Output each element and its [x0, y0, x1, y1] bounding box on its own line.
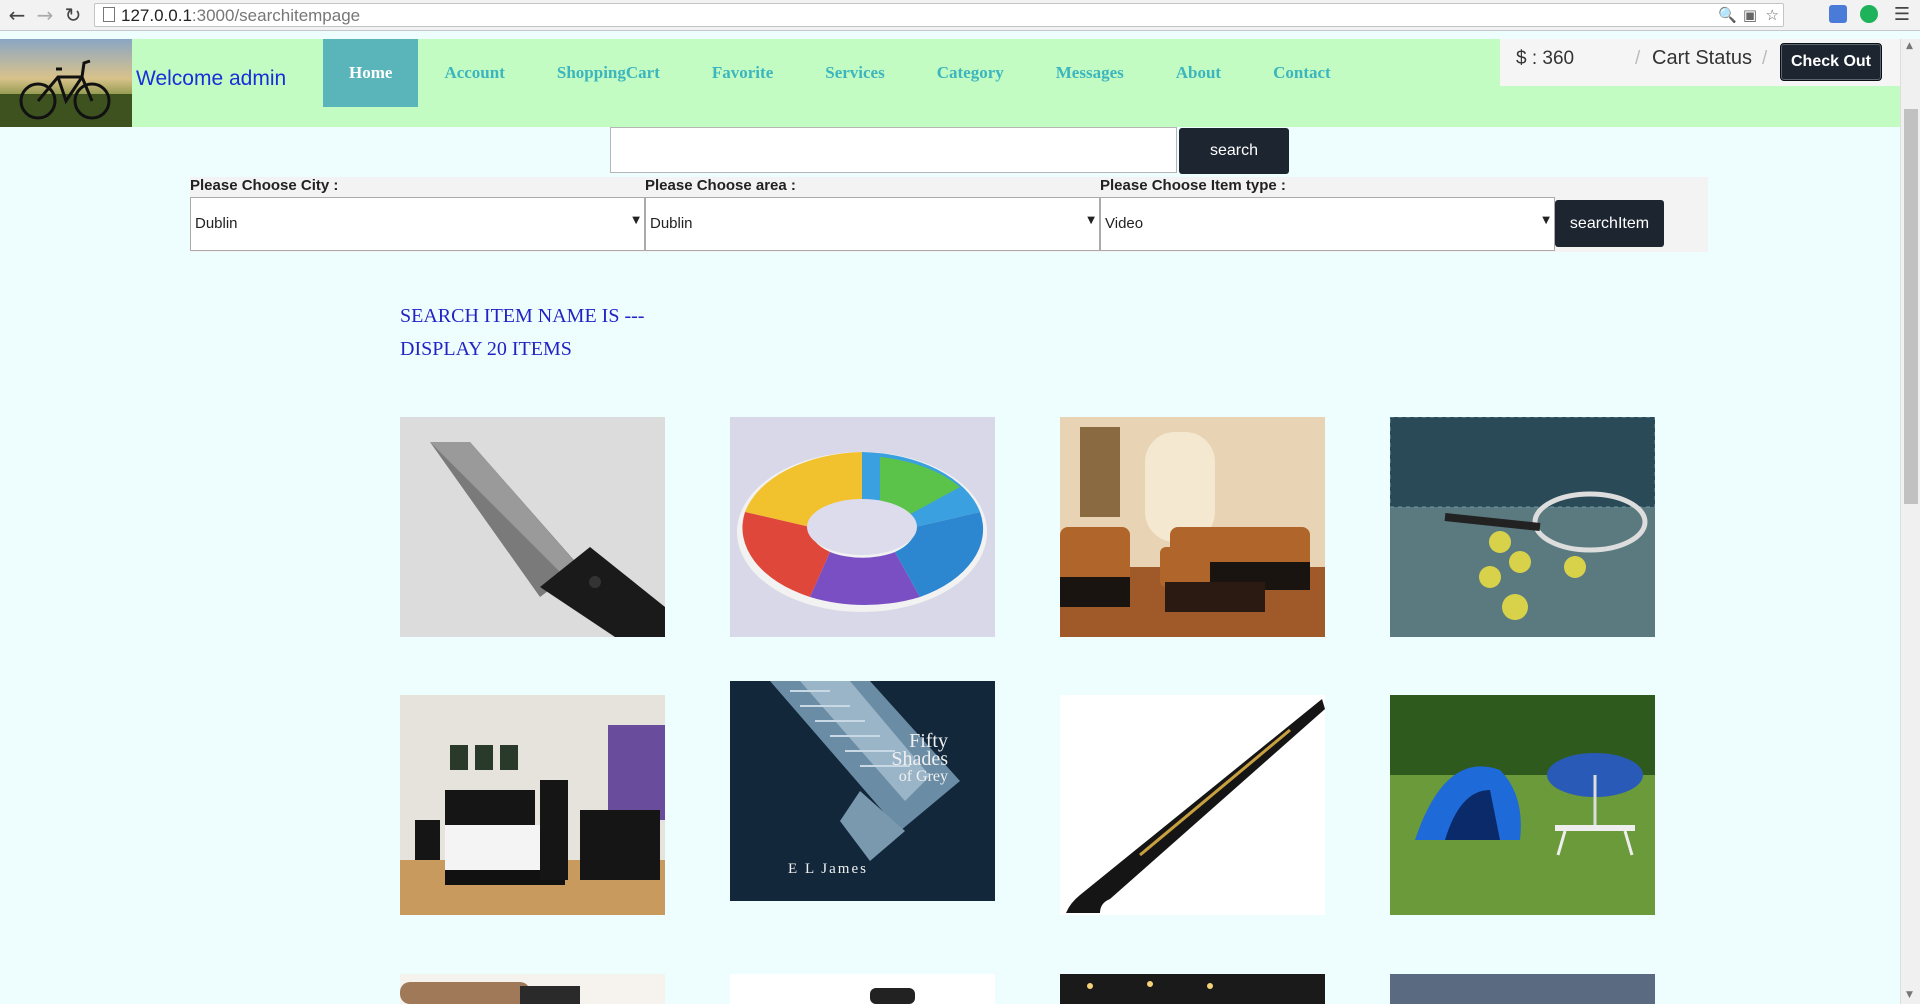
item-type-select[interactable]: Video ▼: [1100, 197, 1555, 251]
area-select[interactable]: Dublin ▼: [645, 197, 1100, 251]
area-label: Please Choose area :: [645, 177, 796, 194]
breadcrumb-separator: /: [1762, 48, 1768, 69]
list-item[interactable]: [730, 974, 995, 1004]
list-item[interactable]: [1390, 974, 1655, 1004]
filter-panel: Please Choose City : Dublin ▼ Please Cho…: [190, 177, 1708, 252]
nav-category[interactable]: Category: [911, 39, 1030, 107]
tennis-racket-image[interactable]: [1390, 417, 1655, 637]
address-bar[interactable]: 127.0.0.1:3000/searchitempage 🔍 ▣ ☆: [94, 3, 1784, 27]
book-author: E L James: [788, 861, 868, 877]
scroll-up-arrow-icon[interactable]: ▲: [1906, 41, 1913, 51]
scroll-down-arrow-icon[interactable]: ▼: [1906, 990, 1913, 1000]
search-button[interactable]: search: [1179, 128, 1289, 174]
nav-account[interactable]: Account: [418, 39, 530, 107]
search-item-button[interactable]: searchItem: [1555, 200, 1664, 247]
living-room-sofa-image[interactable]: [1060, 417, 1325, 637]
list-item[interactable]: [1060, 974, 1325, 1004]
grammarly-extension-icon[interactable]: [1860, 5, 1878, 23]
nav-favorite[interactable]: Favorite: [686, 39, 799, 107]
google-translate-extension-icon[interactable]: [1829, 5, 1847, 23]
welcome-text: Welcome admin: [136, 67, 287, 90]
bedroom-image[interactable]: [400, 695, 665, 915]
site-header: Welcome admin Home Account ShoppingCart …: [0, 39, 1900, 127]
nav-messages[interactable]: Messages: [1030, 39, 1150, 107]
cart-status-link[interactable]: Cart Status: [1652, 47, 1752, 70]
nav-about[interactable]: About: [1150, 39, 1247, 107]
knife-image[interactable]: [400, 417, 665, 637]
city-select-value: Dublin: [195, 215, 238, 232]
page-icon: [103, 7, 115, 22]
city-select[interactable]: Dublin ▼: [190, 197, 645, 251]
translate-icon[interactable]: ▣: [1743, 6, 1757, 24]
nav-services[interactable]: Services: [799, 39, 910, 107]
search-input[interactable]: [610, 127, 1177, 173]
tent-camping-image[interactable]: [1390, 695, 1655, 915]
breadcrumb-separator: /: [1635, 48, 1641, 69]
page-scrollbar[interactable]: ▲ ▼: [1900, 39, 1920, 1004]
swim-ring-image[interactable]: [730, 417, 995, 637]
dropdown-arrow-icon: ▼: [632, 215, 640, 226]
browser-menu-icon[interactable]: ☰: [1894, 4, 1910, 25]
bicycle-logo-icon[interactable]: [0, 39, 132, 127]
cart-total-price: $ : 360: [1516, 48, 1575, 69]
item-type-label: Please Choose Item type :: [1100, 177, 1286, 194]
main-nav: Home Account ShoppingCart Favorite Servi…: [323, 39, 1357, 107]
dropdown-arrow-icon: ▼: [1542, 215, 1550, 226]
nav-home[interactable]: Home: [323, 39, 419, 107]
bookmark-star-icon[interactable]: ☆: [1766, 6, 1779, 24]
display-count-text: DISPLAY 20 ITEMS: [400, 338, 572, 360]
dropdown-arrow-icon: ▼: [1087, 215, 1095, 226]
city-label: Please Choose City :: [190, 177, 339, 194]
url-text: 127.0.0.1:3000/searchitempage: [121, 6, 361, 25]
browser-toolbar: ← → ↻ 127.0.0.1:3000/searchitempage 🔍 ▣ …: [0, 0, 1920, 31]
area-select-value: Dublin: [650, 215, 693, 232]
cart-summary: $ : 360 / Cart Status / Check Out: [1500, 39, 1900, 86]
item-type-select-value: Video: [1105, 215, 1144, 232]
nav-shoppingcart[interactable]: ShoppingCart: [531, 39, 686, 107]
search-item-name-text: SEARCH ITEM NAME IS ---: [400, 305, 645, 327]
book-title-line-2: Shades: [891, 748, 948, 770]
reload-icon[interactable]: ↻: [62, 4, 84, 26]
scrollbar-thumb[interactable]: [1904, 109, 1918, 504]
checkout-button[interactable]: Check Out: [1780, 43, 1882, 81]
nav-contact[interactable]: Contact: [1247, 39, 1357, 107]
hockey-stick-image[interactable]: [1060, 695, 1325, 915]
book-title-line-3: of Grey: [899, 768, 948, 785]
fifty-shades-book-image[interactable]: Fifty Shades of Grey E L James: [730, 681, 995, 901]
back-arrow-icon[interactable]: ←: [6, 4, 28, 26]
forward-arrow-icon[interactable]: →: [34, 4, 56, 26]
zoom-icon[interactable]: 🔍: [1718, 6, 1737, 24]
list-item[interactable]: [400, 974, 665, 1004]
